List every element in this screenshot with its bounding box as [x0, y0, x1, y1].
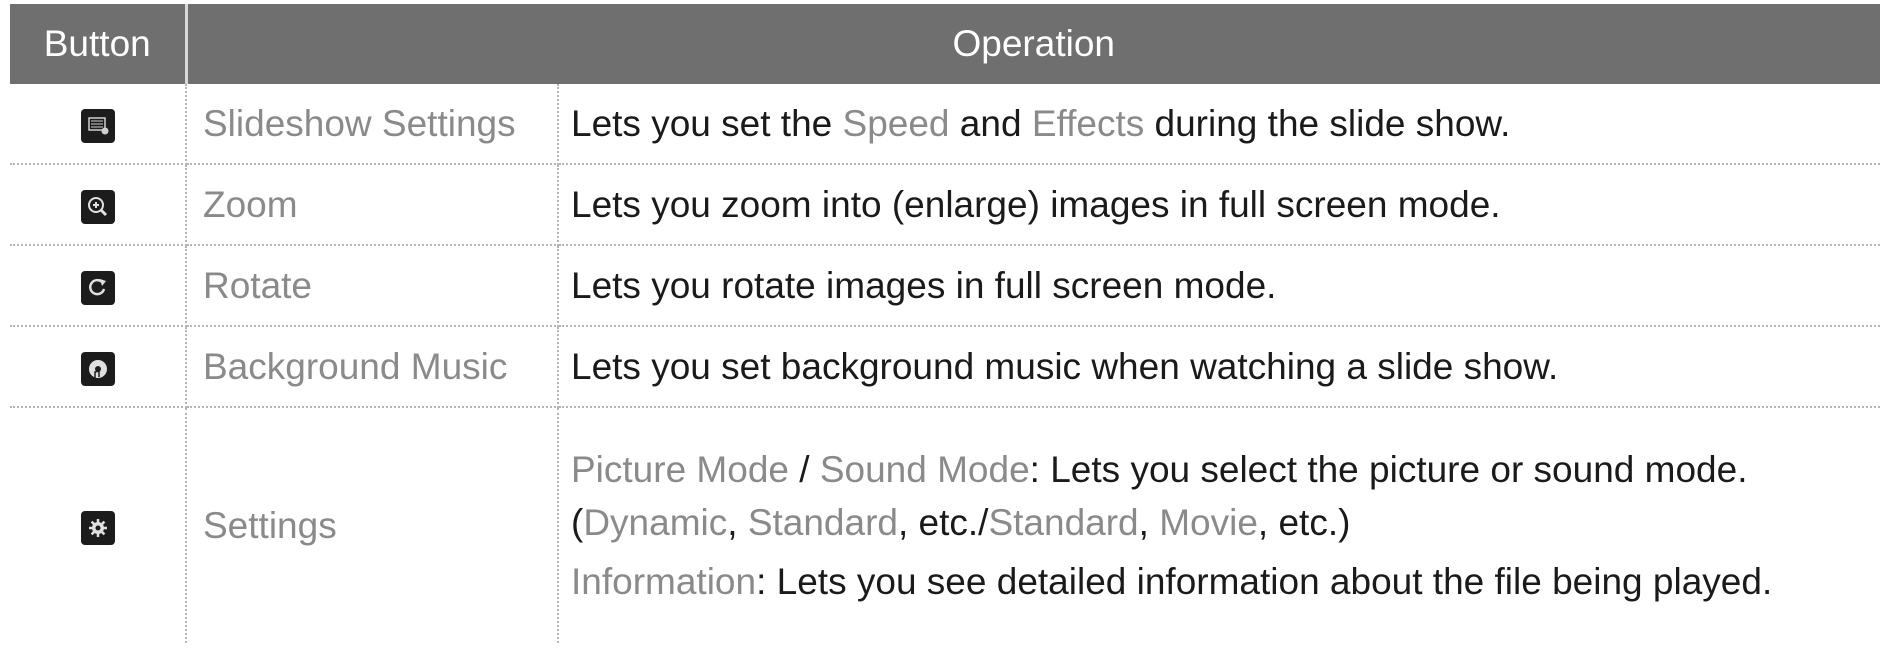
button-cell — [10, 407, 187, 643]
button-name: Rotate — [186, 245, 559, 327]
zoom-icon — [80, 189, 115, 224]
button-cell — [10, 164, 187, 246]
highlighted-term: Information — [571, 561, 757, 602]
highlighted-term: Effects — [1031, 103, 1145, 144]
operation-text: , etc.) — [1257, 502, 1351, 543]
operation-text: / — [789, 449, 820, 490]
operation-text: , — [727, 502, 748, 543]
highlighted-term: Standard — [988, 502, 1139, 543]
operation-text: during the slide show. — [1144, 103, 1511, 144]
background-music-icon — [80, 351, 115, 386]
table-row: Settings Picture Mode / Sound Mode: Lets … — [10, 407, 1880, 643]
operation-paragraph: Lets you zoom into (enlarge) images in f… — [571, 178, 1868, 231]
operation-text: , etc./ — [897, 502, 989, 543]
button-cell — [10, 326, 187, 408]
operation-paragraph: Lets you rotate images in full screen mo… — [571, 259, 1868, 312]
operation-description: Picture Mode / Sound Mode: Lets you sele… — [558, 407, 1880, 643]
table-row: Zoom Lets you zoom into (enlarge) images … — [10, 164, 1880, 246]
button-cell — [10, 84, 187, 165]
highlighted-term: Movie — [1159, 502, 1258, 543]
button-cell — [10, 245, 187, 327]
header-operation: Operation — [184, 4, 1880, 84]
table-row: Background Music Lets you set background … — [10, 326, 1880, 408]
operation-text: Lets you set background music when watch… — [571, 346, 1559, 387]
operation-description: Lets you rotate images in full screen mo… — [558, 245, 1880, 327]
header-button: Button — [10, 4, 186, 84]
highlighted-term: Sound Mode — [819, 449, 1030, 490]
operation-text: : Lets you see detailed information abou… — [756, 561, 1773, 602]
button-name: Zoom — [186, 164, 559, 246]
operation-paragraph: Information: Lets you see detailed infor… — [571, 555, 1868, 608]
operation-text: Lets you zoom into (enlarge) images in f… — [571, 184, 1501, 225]
button-name: Background Music — [186, 326, 559, 408]
operation-description: Lets you zoom into (enlarge) images in f… — [558, 164, 1880, 246]
settings-gear-icon — [80, 510, 115, 545]
table-row: Rotate Lets you rotate images in full scr… — [10, 245, 1880, 327]
highlighted-term: Dynamic — [583, 502, 728, 543]
operation-description: Lets you set background music when watch… — [558, 326, 1880, 408]
operation-paragraph: Lets you set the Speed and Effects durin… — [571, 97, 1868, 150]
operation-text: and — [949, 103, 1032, 144]
button-name: Slideshow Settings — [186, 84, 559, 165]
operation-text: Lets you set the — [571, 103, 843, 144]
header-row: Button Operation — [10, 4, 1880, 84]
button-name: Settings — [186, 407, 559, 643]
button-operation-table: Button Operation Slideshow Settings Lets … — [10, 4, 1880, 643]
operation-description: Lets you set the Speed and Effects durin… — [558, 84, 1880, 165]
highlighted-term: Picture Mode — [571, 449, 789, 490]
highlighted-term: Speed — [842, 103, 950, 144]
table-row: Slideshow Settings Lets you set the Speed… — [10, 84, 1880, 165]
operation-paragraph: Picture Mode / Sound Mode: Lets you sele… — [571, 443, 1868, 549]
operation-paragraph: Lets you set background music when watch… — [571, 340, 1868, 393]
operation-text: , — [1138, 502, 1160, 543]
highlighted-term: Standard — [747, 502, 898, 543]
slideshow-settings-icon — [80, 108, 115, 143]
operation-text: Lets you rotate images in full screen mo… — [571, 265, 1277, 306]
rotate-icon — [80, 270, 115, 305]
